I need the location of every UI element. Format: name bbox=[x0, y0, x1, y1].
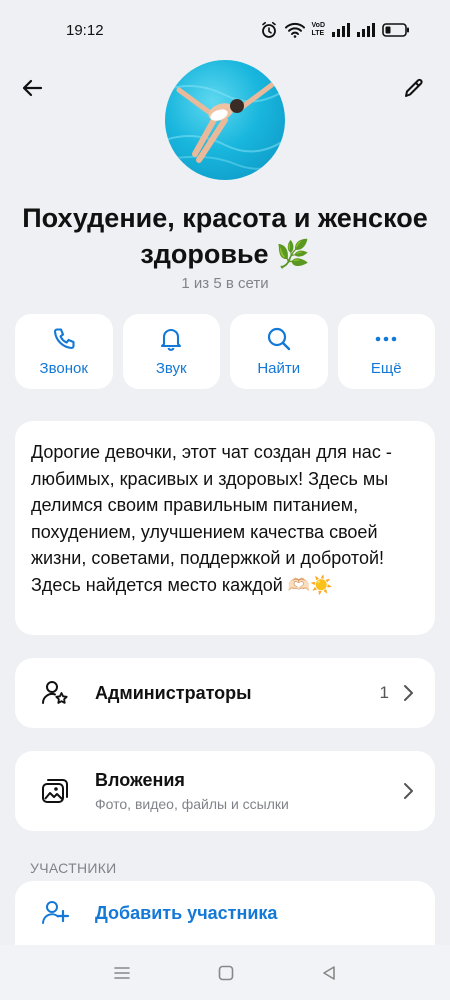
avatar-image bbox=[165, 81, 285, 170]
add-member-button[interactable]: Добавить участника bbox=[15, 881, 435, 945]
phone-icon bbox=[53, 328, 75, 350]
attachments-sublabel: Фото, видео, файлы и ссылки bbox=[95, 796, 289, 812]
more-button[interactable]: Ещё bbox=[337, 314, 435, 389]
pencil-icon bbox=[405, 78, 423, 97]
gallery-icon bbox=[39, 775, 71, 807]
arrow-left-icon bbox=[22, 79, 43, 97]
search-label: Найти bbox=[257, 360, 301, 377]
battery-icon bbox=[382, 23, 409, 37]
edit-button[interactable] bbox=[396, 70, 432, 106]
administrators-row[interactable]: Администраторы 1 bbox=[15, 658, 435, 728]
admin-icon bbox=[39, 677, 71, 709]
action-buttons: Звонок Звук Найти Ещё bbox=[15, 314, 435, 389]
administrators-label: Администраторы bbox=[95, 682, 252, 703]
volte-icon: VoD LTE bbox=[311, 22, 325, 37]
group-avatar[interactable] bbox=[165, 60, 285, 180]
search-button[interactable]: Найти bbox=[230, 314, 328, 389]
sound-button[interactable]: Звук bbox=[122, 314, 220, 389]
more-label: Ещё bbox=[370, 360, 402, 377]
call-label: Звонок bbox=[39, 360, 88, 377]
description-text: Дорогие девочки, этот чат создан для нас… bbox=[31, 442, 392, 595]
attachments-texts: Вложения Фото, видео, файлы и ссылки bbox=[95, 770, 403, 812]
back-button[interactable] bbox=[14, 70, 50, 106]
search-icon bbox=[267, 327, 290, 351]
sound-label: Звук bbox=[155, 360, 187, 377]
chevron-right-icon bbox=[404, 783, 413, 799]
bell-icon bbox=[161, 328, 182, 351]
members-section-label: УЧАСТНИКИ bbox=[30, 860, 117, 876]
menu-nav-icon[interactable] bbox=[112, 964, 132, 982]
group-description: Дорогие девочки, этот чат создан для нас… bbox=[15, 421, 435, 635]
signal-icon-2 bbox=[357, 23, 375, 37]
add-member-label: Добавить участника bbox=[95, 902, 278, 923]
online-status: 1 из 5 в сети bbox=[181, 275, 269, 292]
home-nav-icon[interactable] bbox=[217, 964, 235, 982]
group-title: Похудение, красота и женское здоровье 🌿 bbox=[22, 203, 428, 269]
more-icon bbox=[375, 336, 397, 342]
signal-icon bbox=[332, 23, 350, 37]
back-nav-icon[interactable] bbox=[320, 964, 338, 982]
alarm-icon bbox=[261, 21, 276, 38]
administrators-count: 1 bbox=[379, 683, 389, 702]
status-time: 19:12 bbox=[66, 21, 104, 39]
attachments-label: Вложения bbox=[95, 770, 185, 790]
attachments-row[interactable]: Вложения Фото, видео, файлы и ссылки bbox=[15, 751, 435, 831]
status-icons: VoD LTE bbox=[260, 21, 410, 39]
chevron-right-icon bbox=[404, 685, 413, 701]
system-nav-bar bbox=[0, 945, 450, 1000]
call-button[interactable]: Звонок bbox=[15, 314, 113, 389]
add-user-icon bbox=[39, 897, 71, 929]
status-bar: 19:12 VoD LTE bbox=[0, 0, 450, 60]
wifi-icon bbox=[284, 22, 305, 38]
